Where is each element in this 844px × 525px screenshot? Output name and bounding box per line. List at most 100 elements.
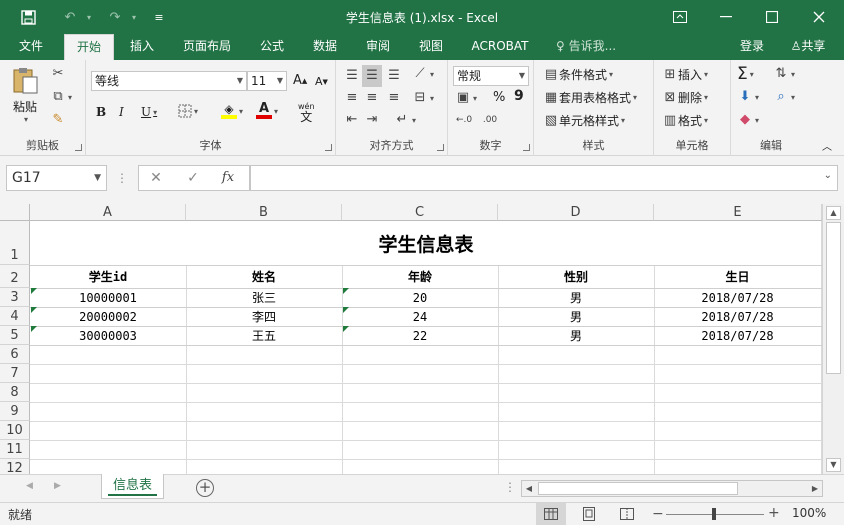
tab-home[interactable]: 开始 [64,34,114,60]
align-center-button[interactable]: ≡ [364,90,380,106]
data-cell[interactable]: 20 [342,288,498,307]
borders-button[interactable]: ▾ [178,104,198,118]
number-as-text-indicator-icon[interactable] [31,307,37,313]
header-cell-age[interactable]: 年龄 [342,265,498,288]
row-header-1[interactable]: 1 [0,221,30,265]
vertical-scroll-thumb[interactable] [826,222,841,374]
zoom-in-icon[interactable]: + [768,505,780,521]
login-link[interactable]: 登录 [734,34,770,60]
minimize-button[interactable] [703,0,749,34]
italic-button[interactable]: I [119,105,124,119]
paste-button[interactable]: 粘贴 ▾ [10,66,40,124]
row-header-7[interactable]: 7 [0,364,30,383]
zoom-slider-thumb[interactable] [712,508,716,520]
sort-filter-button[interactable]: ⇅ ▾ [773,66,795,82]
data-cell[interactable]: 男 [498,307,654,326]
copy-button[interactable]: ⧉ ▾ [50,89,72,105]
data-cell[interactable]: 男 [498,288,654,307]
clipboard-launcher-icon[interactable] [75,144,82,151]
row-header-2[interactable]: 2 [0,265,30,288]
formula-input[interactable]: ⌄ [250,165,838,191]
name-box[interactable]: G17 ▼ [6,165,107,191]
scroll-left-icon[interactable]: ◀ [522,481,536,496]
row-header-5[interactable]: 5 [0,326,30,345]
data-cell[interactable]: 2018/07/28 [654,326,821,345]
header-cell-gender[interactable]: 性别 [498,265,654,288]
delete-cells-button[interactable]: ⊠ 删除 ▾ [662,89,708,106]
data-cell[interactable]: 10000001 [30,288,186,307]
tab-data[interactable]: 数据 [303,34,347,60]
tab-page-layout[interactable]: 页面布局 [174,34,240,60]
clear-button[interactable]: ◆ ▾ [737,112,759,128]
align-middle-button[interactable]: ☰ [362,65,382,87]
tab-review[interactable]: 审阅 [356,34,400,60]
tab-view[interactable]: 视图 [409,34,453,60]
data-cell[interactable]: 30000003 [30,326,186,345]
confirm-entry-icon[interactable]: ✓ [183,165,203,191]
insert-cells-button[interactable]: ⊞ 插入 ▾ [662,66,708,83]
format-as-table-button[interactable]: ▦ 套用表格格式 ▾ [543,89,637,106]
normal-view-button[interactable] [536,503,566,525]
font-color-button[interactable]: A ▾ [256,102,278,119]
tell-me-box[interactable]: ♀ 告诉我... [556,34,626,60]
percent-button[interactable]: % [493,90,505,105]
horizontal-scroll-thumb[interactable] [538,482,738,495]
bold-button[interactable]: B [96,105,106,119]
cancel-entry-icon[interactable]: ✕ [146,165,166,191]
orientation-button[interactable]: ⟋ ▾ [412,66,434,82]
insert-function-button[interactable]: fx [218,165,238,191]
number-as-text-indicator-icon[interactable] [31,288,37,294]
worksheet-grid[interactable]: A B C D E 1 2 3 4 5 6 7 8 9 10 11 12 学生信… [0,204,822,474]
data-cell[interactable]: 2018/07/28 [654,288,821,307]
shrink-font-button[interactable]: A ▼ [315,75,328,88]
select-all-corner[interactable] [0,204,30,221]
column-header-e[interactable]: E [654,204,822,221]
header-cell-name[interactable]: 姓名 [186,265,342,288]
accounting-format-button[interactable]: ▣ ▾ [455,90,477,106]
prev-sheet-icon[interactable]: ◀ [26,481,33,491]
comma-button[interactable]: 9 [514,88,524,104]
zoom-level[interactable]: 100% [792,506,826,520]
tab-file[interactable]: 文件 [6,34,56,60]
row-header-11[interactable]: 11 [0,440,30,459]
phonetic-button[interactable]: wén 文 [298,102,315,123]
number-as-text-indicator-icon[interactable] [343,326,349,332]
align-bottom-button[interactable]: ☰ [386,68,402,84]
column-header-b[interactable]: B [186,204,342,221]
find-select-button[interactable]: ⌕ ▾ [773,89,795,105]
scroll-up-icon[interactable]: ▲ [826,206,841,220]
fill-button[interactable]: ⬇ ▾ [737,89,759,105]
scroll-down-icon[interactable]: ▼ [826,458,841,472]
number-as-text-indicator-icon[interactable] [343,307,349,313]
number-launcher-icon[interactable] [523,144,530,151]
collapse-ribbon-icon[interactable]: ︿ [822,138,832,153]
row-header-3[interactable]: 3 [0,288,30,307]
horizontal-scrollbar[interactable]: ◀ ▶ [521,480,823,497]
number-as-text-indicator-icon[interactable] [343,288,349,294]
font-name-combo[interactable]: 等线 ▼ [91,71,247,91]
data-cell[interactable]: 22 [342,326,498,345]
row-header-9[interactable]: 9 [0,402,30,421]
format-painter-button[interactable]: ✎ [50,112,66,128]
font-launcher-icon[interactable] [325,144,332,151]
row-header-6[interactable]: 6 [0,345,30,364]
header-cell-student-id[interactable]: 学生id [30,265,186,288]
data-cell[interactable]: 20000002 [30,307,186,326]
number-format-combo[interactable]: 常规 ▼ [453,66,529,86]
data-cell[interactable]: 男 [498,326,654,345]
vertical-scrollbar[interactable]: ▲ ▼ [822,204,844,474]
tab-insert[interactable]: 插入 [120,34,164,60]
column-header-d[interactable]: D [498,204,654,221]
next-sheet-icon[interactable]: ▶ [54,481,61,491]
cut-button[interactable]: ✂ [50,66,66,82]
grow-font-button[interactable]: A ▲ [293,73,307,88]
zoom-out-icon[interactable]: − [652,506,664,522]
increase-decimal-button[interactable]: ←.0 [456,112,472,128]
autosum-button[interactable]: Σ ▾ [737,64,754,84]
decrease-indent-button[interactable]: ⇤ [344,112,360,128]
row-header-12[interactable]: 12 [0,459,30,474]
ribbon-display-icon[interactable] [657,0,703,34]
align-right-button[interactable]: ≡ [386,90,402,106]
fill-color-button[interactable]: ◈ ▾ [221,103,243,119]
decrease-decimal-button[interactable]: .00 [482,112,498,128]
